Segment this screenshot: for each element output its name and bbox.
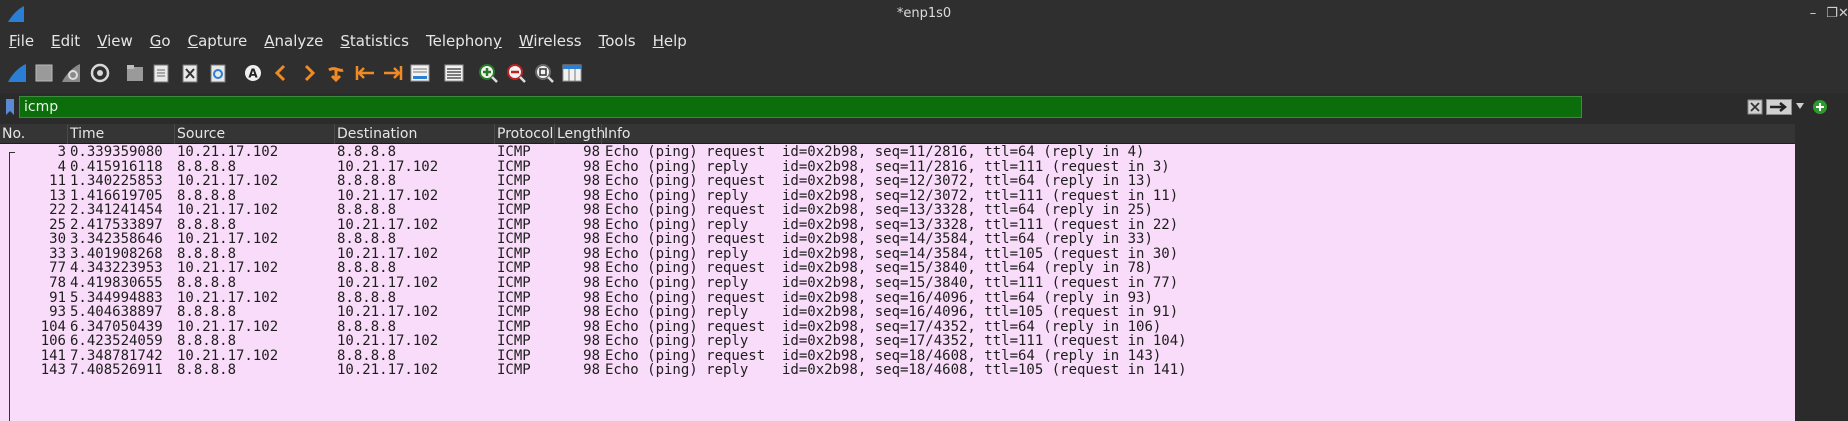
save-file-icon[interactable]	[148, 60, 174, 86]
bookmark-icon[interactable]	[4, 98, 16, 116]
column-header-time[interactable]: Time	[68, 124, 175, 144]
column-header-length[interactable]: Length	[555, 124, 605, 144]
resize-columns-icon[interactable]	[559, 60, 585, 86]
menu-edit[interactable]: Edit	[51, 29, 80, 55]
table-row[interactable]: 143 7.408526911 8.8.8.8 10.21.17.102 ICMP 98 E…	[0, 362, 1795, 379]
cell-info: Echo (ping) reply id=0x2b98, seq=18/4608…	[605, 362, 1187, 379]
vertical-scrollbar[interactable]	[1795, 124, 1848, 421]
window-title: *enp1s0	[896, 6, 952, 21]
menu-statistics[interactable]: Statistics	[340, 29, 409, 55]
menu-bar: File Edit View Go Capture Analyze Statistics Te…	[0, 29, 1848, 55]
cell-destination: 10.21.17.102	[337, 362, 439, 379]
menu-telephony[interactable]: Telephony	[426, 29, 502, 55]
add-filter-button-icon[interactable]	[1812, 99, 1828, 115]
column-header-destination[interactable]: Destination	[335, 124, 495, 144]
scrollbar-track[interactable]	[1797, 144, 1817, 421]
display-filter-value: icmp	[24, 99, 59, 115]
apply-filter-icon[interactable]	[1766, 99, 1792, 115]
cell-length: 98	[583, 362, 600, 379]
menu-analyze[interactable]: Analyze	[264, 29, 323, 55]
colorize-icon[interactable]	[441, 60, 467, 86]
svg-text:A: A	[248, 67, 258, 81]
conversation-bracket-start	[9, 152, 15, 153]
zoom-in-icon[interactable]	[475, 60, 501, 86]
first-packet-icon[interactable]	[352, 60, 378, 86]
last-packet-icon[interactable]	[380, 60, 406, 86]
column-header-protocol[interactable]: Protocol	[495, 124, 555, 144]
zoom-out-icon[interactable]	[503, 60, 529, 86]
close-icon[interactable]: ✕	[1838, 6, 1848, 22]
menu-wireless[interactable]: Wireless	[519, 29, 582, 55]
go-to-packet-icon[interactable]	[323, 60, 349, 86]
cell-protocol: ICMP	[497, 362, 531, 379]
clear-filter-icon[interactable]	[1747, 99, 1763, 115]
conversation-bracket	[9, 152, 10, 421]
packet-list-header: No. Time Source Destination Protocol Len…	[0, 124, 1795, 144]
find-packet-icon[interactable]: A	[240, 60, 266, 86]
stop-square-icon[interactable]	[31, 60, 57, 86]
column-header-info[interactable]: Info	[602, 124, 1795, 144]
menu-capture[interactable]: Capture	[188, 29, 248, 55]
column-header-source[interactable]: Source	[175, 124, 335, 144]
restart-fin-icon[interactable]	[58, 60, 84, 86]
menu-help[interactable]: Help	[653, 29, 687, 55]
cell-source: 8.8.8.8	[177, 362, 237, 379]
menu-go[interactable]: Go	[150, 29, 171, 55]
chevron-down-icon[interactable]	[1796, 103, 1804, 109]
title-bar: *enp1s0 – ❐ ✕	[0, 0, 1848, 29]
close-file-icon[interactable]	[177, 60, 203, 86]
normal-size-icon[interactable]	[531, 60, 557, 86]
go-back-icon[interactable]	[268, 60, 294, 86]
minimize-icon[interactable]: –	[1805, 6, 1821, 22]
reload-icon[interactable]	[205, 60, 231, 86]
cell-time: 7.408526911	[70, 362, 163, 379]
menu-view[interactable]: View	[97, 29, 133, 55]
display-filter-bar: icmp	[0, 96, 1848, 118]
autoscroll-icon[interactable]	[407, 60, 433, 86]
main-toolbar: A	[0, 55, 1848, 93]
packet-list[interactable]: No. Time Source Destination Protocol Len…	[0, 124, 1795, 421]
open-folder-icon[interactable]	[122, 60, 148, 86]
go-forward-icon[interactable]	[296, 60, 322, 86]
column-header-no[interactable]: No.	[0, 124, 68, 144]
display-filter-input[interactable]	[19, 96, 1582, 118]
options-gear-icon[interactable]	[87, 60, 113, 86]
menu-file[interactable]: File	[9, 29, 34, 55]
menu-tools[interactable]: Tools	[599, 29, 636, 55]
shark-fin-start-icon[interactable]	[4, 60, 30, 86]
